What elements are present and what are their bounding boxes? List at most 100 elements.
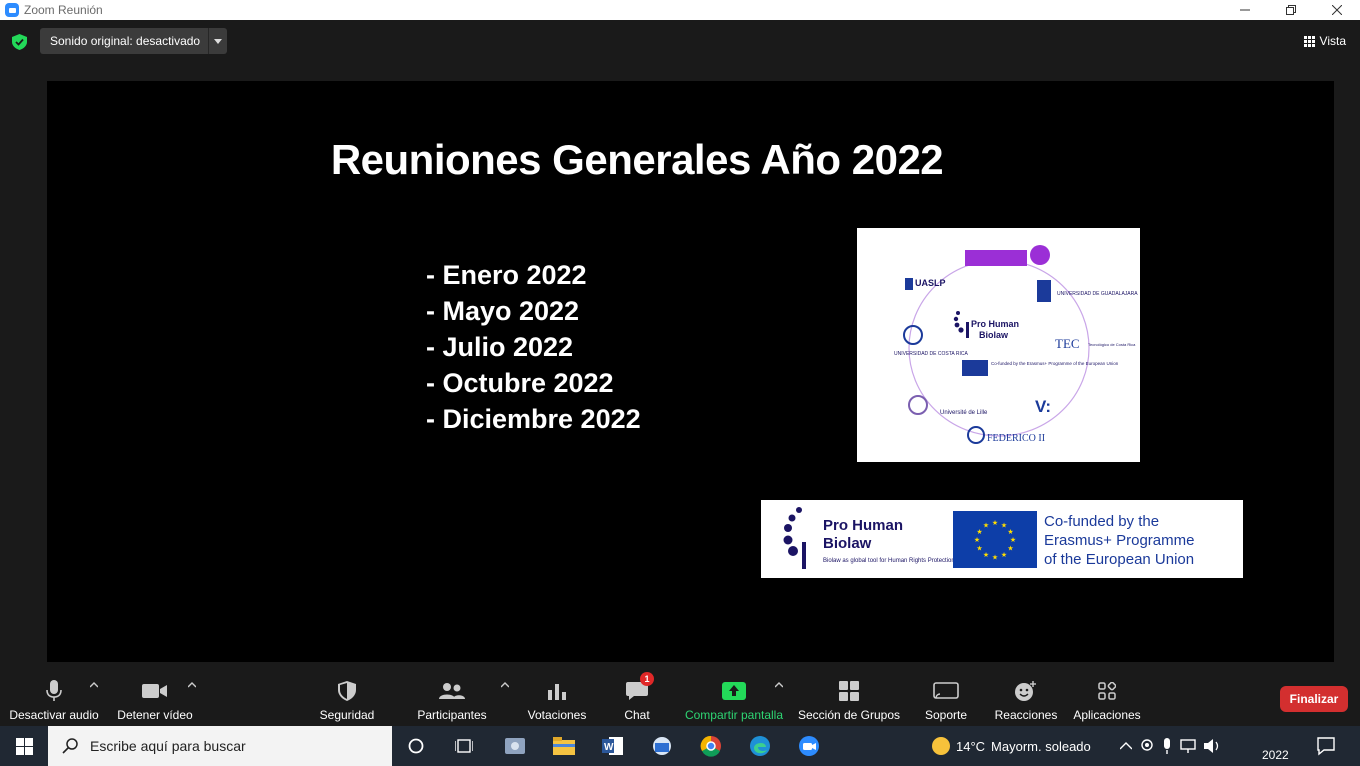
minimize-icon (1240, 9, 1250, 11)
word-app-icon[interactable]: W (601, 734, 625, 758)
smiley-icon (1015, 681, 1036, 701)
restore-button[interactable] (1268, 0, 1314, 20)
list-item: - Enero 2022 (426, 260, 587, 290)
video-options-chevron-up-icon[interactable] (188, 682, 196, 688)
view-button[interactable]: Vista (1303, 34, 1346, 48)
volume-icon[interactable] (1204, 739, 1222, 753)
start-button[interactable] (0, 726, 48, 766)
file-explorer-icon[interactable] (552, 734, 576, 758)
cofund-line2: Erasmus+ Programme (1044, 532, 1195, 549)
center-line2: Biolaw (979, 330, 1009, 340)
view-label: Vista (1319, 34, 1346, 48)
clock-date: 2022 (1262, 748, 1289, 762)
list-item: - Octubre 2022 (426, 368, 614, 398)
partner-costa-rica: UNIVERSIDAD DE COSTA RICA (894, 351, 968, 357)
partner-tec-sub: Tecnológico de Costa Rica (1088, 342, 1136, 347)
reactions-button[interactable]: Reacciones (994, 662, 1058, 726)
slide-title: Reuniones Generales Año 2022 (330, 136, 944, 183)
webcam-icon[interactable] (1140, 738, 1154, 754)
encryption-shield-icon[interactable] (12, 34, 27, 50)
erasmus-banner: Pro Human Biolaw Biolaw as global tool f… (761, 500, 1243, 578)
breakout-rooms-label: Sección de Grupos (797, 708, 901, 722)
svg-text:W: W (604, 742, 614, 753)
network-icon[interactable] (1180, 739, 1196, 753)
notifications-icon[interactable] (1316, 736, 1336, 756)
partner-universities-image: UASLP UNIVERSIDAD DE GUADALAJARA UNIVERS… (857, 228, 1140, 462)
polls-label: Votaciones (527, 708, 587, 722)
mute-options-chevron-up-icon[interactable] (90, 682, 98, 688)
apps-icon (1098, 682, 1116, 700)
chat-label: Chat (624, 708, 650, 722)
breakout-rooms-button[interactable]: Sección de Grupos (797, 662, 901, 726)
cortana-icon[interactable] (404, 734, 428, 758)
svg-text:★: ★ (974, 536, 980, 544)
breakout-rooms-icon (839, 681, 859, 701)
share-options-chevron-up-icon[interactable] (775, 682, 783, 688)
grid-view-icon (1303, 35, 1315, 47)
svg-text:★: ★ (992, 519, 998, 527)
window-title: Zoom Reunión (24, 3, 103, 17)
project-line1: Pro Human (823, 517, 904, 534)
cast-screen-icon (933, 682, 959, 699)
mute-button[interactable]: Desactivar audio (9, 662, 99, 726)
close-button[interactable] (1314, 0, 1360, 20)
zoom-app-icon[interactable] (797, 734, 821, 758)
stop-video-label: Detener vídeo (117, 708, 193, 722)
chat-unread-badge: 1 (640, 672, 654, 686)
original-sound-label: Sonido original: desactivado (50, 34, 201, 48)
minimize-button[interactable] (1222, 0, 1268, 20)
taskbar-clock[interactable]: 2022 (1262, 726, 1308, 766)
list-item: - Mayo 2022 (426, 296, 580, 326)
mute-label: Desactivar audio (9, 708, 99, 722)
share-screen-button[interactable]: Compartir pantalla (682, 662, 786, 726)
cofund-line1: Co-funded by the (1044, 513, 1160, 530)
mail-app-icon[interactable] (650, 734, 674, 758)
svg-text:★: ★ (1007, 528, 1013, 536)
participants-options-chevron-up-icon[interactable] (501, 682, 509, 688)
apps-button[interactable]: Aplicaciones (1072, 662, 1142, 726)
cofund-line3: of the European Union (1044, 551, 1195, 568)
show-hidden-icons-chevron-up-icon[interactable] (1120, 742, 1132, 750)
stop-video-button[interactable]: Detener vídeo (116, 662, 194, 726)
chat-button[interactable]: 1 Chat (617, 662, 657, 726)
chrome-app-icon[interactable] (699, 734, 723, 758)
participants-icon (439, 683, 465, 699)
weather-temperature: 14°C (956, 738, 986, 754)
partly-sunny-icon (932, 737, 950, 755)
close-icon (1332, 5, 1342, 15)
polls-button[interactable]: Votaciones (524, 662, 590, 726)
participants-button[interactable]: Participantes (414, 662, 490, 726)
pro-human-biolaw-center-logo: Pro Human Biolaw (953, 311, 1019, 340)
center-cofund: Co-funded by the Erasmus+ Programme of t… (991, 361, 1119, 366)
svg-text:★: ★ (1001, 551, 1007, 559)
security-shield-icon (338, 681, 356, 701)
svg-text:★: ★ (976, 545, 982, 553)
edge-app-icon[interactable] (748, 734, 772, 758)
svg-text:★: ★ (1001, 522, 1007, 530)
security-label: Seguridad (319, 708, 375, 722)
original-sound-button[interactable]: Sonido original: desactivado (40, 28, 227, 54)
security-button[interactable]: Seguridad (314, 662, 380, 726)
taskbar-search[interactable]: Escribe aquí para buscar (48, 726, 392, 766)
share-screen-label: Compartir pantalla (684, 708, 784, 722)
photos-app-icon[interactable] (503, 734, 527, 758)
chevron-down-icon[interactable] (209, 38, 227, 44)
reactions-label: Reacciones (994, 708, 1058, 722)
microphone-icon (46, 680, 62, 701)
zoom-logo-icon (5, 3, 19, 17)
end-meeting-button[interactable]: Finalizar (1280, 686, 1348, 712)
task-view-icon[interactable] (452, 734, 476, 758)
share-screen-icon (722, 682, 746, 700)
support-button[interactable]: Soporte (918, 662, 974, 726)
project-tagline: Biolaw as global tool for Human Rights P… (823, 558, 955, 564)
window-controls (1222, 0, 1360, 20)
meeting-months-list: - Enero 2022 - Mayo 2022 - Julio 2022 - … (426, 257, 641, 437)
tray-microphone-icon[interactable] (1162, 738, 1172, 754)
video-camera-icon (142, 684, 167, 698)
weather-description: Mayorm. soleado (991, 738, 1091, 754)
partner-vanvitelli: V: (1035, 397, 1051, 416)
system-tray (1120, 726, 1222, 766)
weather-widget[interactable]: 14°C Mayorm. soleado (932, 726, 1091, 766)
list-item: - Julio 2022 (426, 332, 574, 362)
search-placeholder: Escribe aquí para buscar (90, 738, 246, 754)
